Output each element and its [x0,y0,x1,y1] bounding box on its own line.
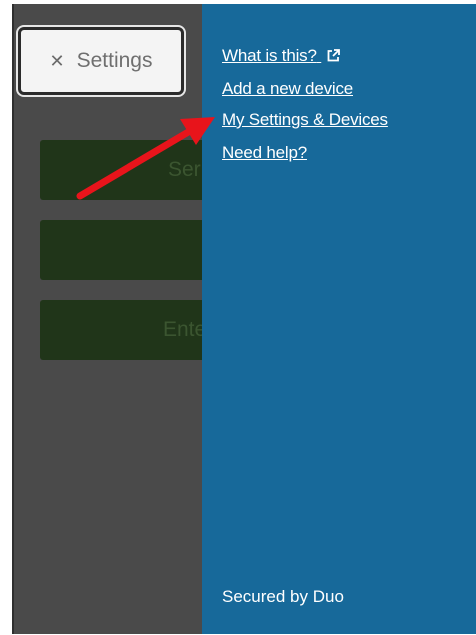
what-is-this-link[interactable]: What is this? [222,46,341,66]
settings-close-button[interactable]: ✕ Settings [18,27,184,95]
secured-by-duo-text: Secured by Duo [222,587,344,606]
duo-prompt-frame: ✕ Settings Ser Ente What is this? Add a … [0,0,476,635]
send-push-label: Ser [168,158,201,181]
add-new-device-link[interactable]: Add a new device [222,79,353,99]
what-is-this-label: What is this? [222,46,317,65]
send-push-button[interactable]: Ser [40,140,204,200]
external-link-icon [327,49,341,62]
settings-panel: What is this? Add a new device My Settin… [202,4,476,634]
enter-passcode-label: Ente [163,318,204,341]
my-settings-devices-link[interactable]: My Settings & Devices [222,110,388,130]
settings-button-label: Settings [76,49,153,72]
close-icon: ✕ [49,50,65,71]
need-help-link[interactable]: Need help? [222,143,307,163]
call-me-button[interactable] [40,220,204,280]
prompt-overlay: ✕ Settings Ser Ente [12,4,204,634]
enter-passcode-button[interactable]: Ente [40,300,204,360]
